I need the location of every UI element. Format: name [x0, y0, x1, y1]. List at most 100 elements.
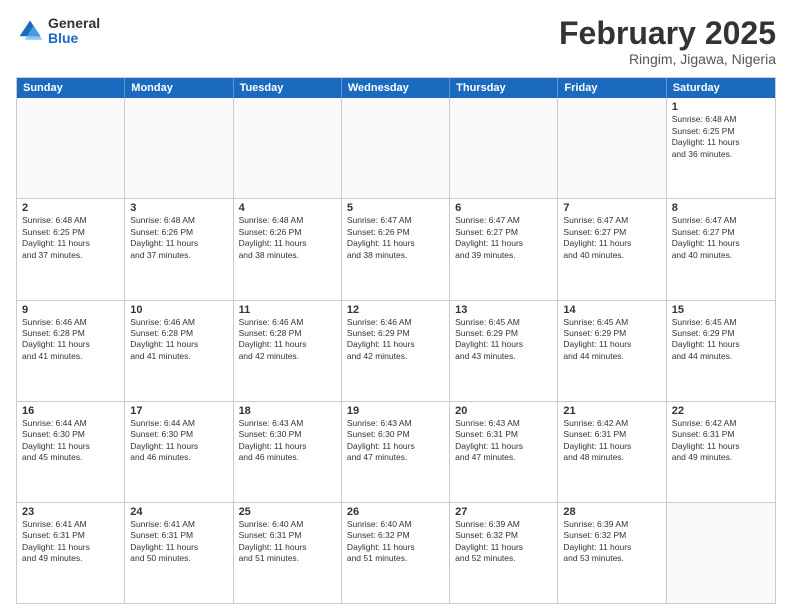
day-number: 2 — [22, 202, 119, 214]
cal-cell-3-3: 19Sunrise: 6:43 AM Sunset: 6:30 PM Dayli… — [342, 402, 450, 502]
cal-cell-4-6 — [667, 503, 775, 603]
cal-cell-3-5: 21Sunrise: 6:42 AM Sunset: 6:31 PM Dayli… — [558, 402, 666, 502]
cal-cell-2-6: 15Sunrise: 6:45 AM Sunset: 6:29 PM Dayli… — [667, 301, 775, 401]
day-info: Sunrise: 6:44 AM Sunset: 6:30 PM Dayligh… — [22, 418, 119, 464]
cal-cell-1-6: 8Sunrise: 6:47 AM Sunset: 6:27 PM Daylig… — [667, 199, 775, 299]
page: General Blue February 2025 Ringim, Jigaw… — [0, 0, 792, 612]
cal-cell-3-1: 17Sunrise: 6:44 AM Sunset: 6:30 PM Dayli… — [125, 402, 233, 502]
calendar-header: Sunday Monday Tuesday Wednesday Thursday… — [17, 78, 775, 98]
day-number: 4 — [239, 202, 336, 214]
week-row-1: 2Sunrise: 6:48 AM Sunset: 6:25 PM Daylig… — [17, 199, 775, 300]
day-number: 20 — [455, 405, 552, 417]
day-number: 5 — [347, 202, 444, 214]
day-number: 15 — [672, 304, 770, 316]
cal-cell-4-5: 28Sunrise: 6:39 AM Sunset: 6:32 PM Dayli… — [558, 503, 666, 603]
cal-cell-0-6: 1Sunrise: 6:48 AM Sunset: 6:25 PM Daylig… — [667, 98, 775, 198]
day-info: Sunrise: 6:40 AM Sunset: 6:31 PM Dayligh… — [239, 519, 336, 565]
week-row-2: 9 Sunrise: 6:46 AM Sunset: 6:28 PM Daylig… — [17, 301, 775, 402]
cal-cell-0-2 — [234, 98, 342, 198]
calendar: Sunday Monday Tuesday Wednesday Thursday… — [16, 77, 776, 604]
cal-cell-3-6: 22Sunrise: 6:42 AM Sunset: 6:31 PM Dayli… — [667, 402, 775, 502]
header: General Blue February 2025 Ringim, Jigaw… — [16, 16, 776, 67]
logo-blue-label: Blue — [48, 31, 100, 46]
week-row-3: 16Sunrise: 6:44 AM Sunset: 6:30 PM Dayli… — [17, 402, 775, 503]
cal-cell-2-5: 14Sunrise: 6:45 AM Sunset: 6:29 PM Dayli… — [558, 301, 666, 401]
header-thursday: Thursday — [450, 78, 558, 98]
day-info: Sunrise: 6:46 AM Sunset: 6:28 PM Dayligh… — [130, 317, 227, 363]
header-saturday: Saturday — [667, 78, 775, 98]
day-info: Sunrise: 6:47 AM Sunset: 6:27 PM Dayligh… — [455, 215, 552, 261]
week-row-4: 23Sunrise: 6:41 AM Sunset: 6:31 PM Dayli… — [17, 503, 775, 603]
day-info: Sunrise: 6:39 AM Sunset: 6:32 PM Dayligh… — [563, 519, 660, 565]
day-number: 28 — [563, 506, 660, 518]
cal-cell-0-3 — [342, 98, 450, 198]
day-number: 22 — [672, 405, 770, 417]
cal-cell-4-3: 26Sunrise: 6:40 AM Sunset: 6:32 PM Dayli… — [342, 503, 450, 603]
day-info: Sunrise: 6:40 AM Sunset: 6:32 PM Dayligh… — [347, 519, 444, 565]
day-info: Sunrise: 6:45 AM Sunset: 6:29 PM Dayligh… — [455, 317, 552, 363]
day-info: Sunrise: 6:44 AM Sunset: 6:30 PM Dayligh… — [130, 418, 227, 464]
day-number: 17 — [130, 405, 227, 417]
week-row-0: 1Sunrise: 6:48 AM Sunset: 6:25 PM Daylig… — [17, 98, 775, 199]
day-number: 1 — [672, 101, 770, 113]
day-number: 16 — [22, 405, 119, 417]
header-friday: Friday — [558, 78, 666, 98]
day-number: 19 — [347, 405, 444, 417]
day-info: Sunrise: 6:48 AM Sunset: 6:26 PM Dayligh… — [239, 215, 336, 261]
cal-cell-3-2: 18Sunrise: 6:43 AM Sunset: 6:30 PM Dayli… — [234, 402, 342, 502]
day-number: 12 — [347, 304, 444, 316]
day-info: Sunrise: 6:43 AM Sunset: 6:30 PM Dayligh… — [239, 418, 336, 464]
day-number: 8 — [672, 202, 770, 214]
day-info: Sunrise: 6:43 AM Sunset: 6:31 PM Dayligh… — [455, 418, 552, 464]
cal-cell-2-1: 10Sunrise: 6:46 AM Sunset: 6:28 PM Dayli… — [125, 301, 233, 401]
day-number: 11 — [239, 304, 336, 316]
cal-cell-1-1: 3Sunrise: 6:48 AM Sunset: 6:26 PM Daylig… — [125, 199, 233, 299]
day-number: 24 — [130, 506, 227, 518]
logo-text: General Blue — [48, 16, 100, 47]
day-number: 13 — [455, 304, 552, 316]
cal-cell-1-0: 2Sunrise: 6:48 AM Sunset: 6:25 PM Daylig… — [17, 199, 125, 299]
logo-general-label: General — [48, 16, 100, 31]
cal-cell-0-5 — [558, 98, 666, 198]
day-number: 23 — [22, 506, 119, 518]
day-info: Sunrise: 6:41 AM Sunset: 6:31 PM Dayligh… — [22, 519, 119, 565]
day-number: 6 — [455, 202, 552, 214]
day-number: 9 — [22, 304, 119, 316]
day-number: 25 — [239, 506, 336, 518]
day-number: 3 — [130, 202, 227, 214]
header-monday: Monday — [125, 78, 233, 98]
day-info: Sunrise: 6:47 AM Sunset: 6:26 PM Dayligh… — [347, 215, 444, 261]
day-number: 27 — [455, 506, 552, 518]
day-number: 14 — [563, 304, 660, 316]
location: Ringim, Jigawa, Nigeria — [559, 51, 776, 67]
cal-cell-1-4: 6Sunrise: 6:47 AM Sunset: 6:27 PM Daylig… — [450, 199, 558, 299]
logo-icon — [16, 17, 44, 45]
calendar-body: 1 Sunrise: 6:48 AM Sunset: 6:25 PM Daylig… — [17, 98, 775, 603]
day-number: 18 — [239, 405, 336, 417]
day-info: Sunrise: 6:42 AM Sunset: 6:31 PM Dayligh… — [672, 418, 770, 464]
day-info: Sunrise: 6:48 AM Sunset: 6:26 PM Dayligh… — [130, 215, 227, 261]
day-info: Sunrise: 6:41 AM Sunset: 6:31 PM Dayligh… — [130, 519, 227, 565]
day-info: Sunrise: 6:45 AM Sunset: 6:29 PM Dayligh… — [563, 317, 660, 363]
cal-cell-1-3: 5Sunrise: 6:47 AM Sunset: 6:26 PM Daylig… — [342, 199, 450, 299]
cal-cell-4-4: 27Sunrise: 6:39 AM Sunset: 6:32 PM Dayli… — [450, 503, 558, 603]
day-number: 10 — [130, 304, 227, 316]
cal-cell-4-2: 25Sunrise: 6:40 AM Sunset: 6:31 PM Dayli… — [234, 503, 342, 603]
month-title: February 2025 — [559, 16, 776, 51]
header-wednesday: Wednesday — [342, 78, 450, 98]
cal-cell-2-2: 11Sunrise: 6:46 AM Sunset: 6:28 PM Dayli… — [234, 301, 342, 401]
cal-cell-3-4: 20Sunrise: 6:43 AM Sunset: 6:31 PM Dayli… — [450, 402, 558, 502]
day-info: Sunrise: 6:42 AM Sunset: 6:31 PM Dayligh… — [563, 418, 660, 464]
cal-cell-1-5: 7Sunrise: 6:47 AM Sunset: 6:27 PM Daylig… — [558, 199, 666, 299]
cal-cell-0-1 — [125, 98, 233, 198]
cal-cell-2-3: 12Sunrise: 6:46 AM Sunset: 6:29 PM Dayli… — [342, 301, 450, 401]
day-info: Sunrise: 6:48 AM Sunset: 6:25 PM Dayligh… — [22, 215, 119, 261]
cal-cell-0-0 — [17, 98, 125, 198]
day-info: Sunrise: 6:43 AM Sunset: 6:30 PM Dayligh… — [347, 418, 444, 464]
day-info: Sunrise: 6:46 AM Sunset: 6:29 PM Dayligh… — [347, 317, 444, 363]
cal-cell-2-4: 13Sunrise: 6:45 AM Sunset: 6:29 PM Dayli… — [450, 301, 558, 401]
day-info: Sunrise: 6:47 AM Sunset: 6:27 PM Dayligh… — [563, 215, 660, 261]
logo: General Blue — [16, 16, 100, 47]
title-section: February 2025 Ringim, Jigawa, Nigeria — [559, 16, 776, 67]
day-info: Sunrise: 6:46 AM Sunset: 6:28 PM Dayligh… — [239, 317, 336, 363]
